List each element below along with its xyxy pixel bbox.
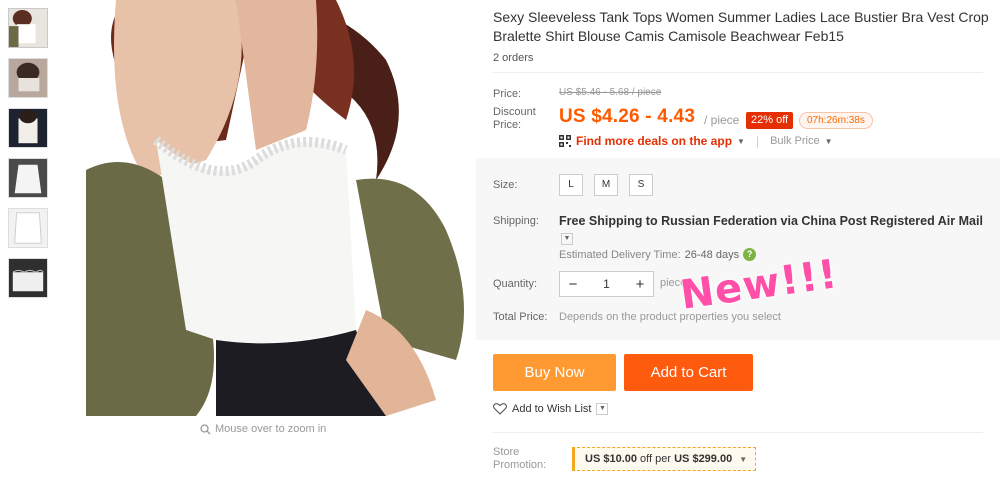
main-product-image[interactable] (86, 0, 474, 416)
zoom-hint: Mouse over to zoom in (200, 423, 326, 435)
size-option-m[interactable]: M (594, 174, 618, 196)
shipping-method: Free Shipping to Russian Federation via … (559, 213, 989, 247)
store-promotion-coupon[interactable]: US $10.00 off per US $299.00 ▼ (572, 447, 756, 471)
qr-code-icon (559, 135, 571, 147)
per-piece-unit: / piece (704, 113, 740, 127)
discount-label-line2: Price: (493, 119, 522, 131)
total-price-note: Depends on the product properties you se… (559, 311, 781, 323)
chevron-down-icon[interactable]: ▼ (737, 137, 745, 146)
divider (493, 72, 983, 73)
separator: | (755, 134, 760, 148)
delivery-estimate: Estimated Delivery Time: 26-48 days ? (559, 248, 757, 261)
thumbnail[interactable] (8, 58, 48, 98)
chevron-down-icon[interactable]: ▼ (739, 455, 747, 464)
promotion-label-line1: Store (493, 446, 520, 458)
order-count: 2 orders (493, 52, 534, 64)
original-price: US $5.46 - 5.68 / piece (559, 87, 662, 98)
thumbnail-strip (8, 8, 50, 308)
buy-now-button[interactable]: Buy Now (493, 354, 616, 391)
thumbnail[interactable] (8, 208, 48, 248)
chevron-down-icon[interactable]: ▼ (561, 232, 573, 245)
total-price-label: Total Price: (493, 311, 548, 323)
quantity-stepper: − 1 + (559, 271, 654, 297)
thumbnail[interactable] (8, 8, 48, 48)
delivery-value: 26-48 days (684, 248, 740, 261)
promotion-label-line2: Promotion: (493, 459, 547, 471)
shipping-text: Free Shipping to Russian Federation via … (559, 214, 983, 228)
discount-price-label: Discount Price: (493, 106, 536, 132)
deals-row: Find more deals on the app ▼ | Bulk Pric… (559, 134, 833, 148)
size-label: Size: (493, 179, 518, 191)
chevron-down-icon[interactable]: ▼ (825, 137, 833, 146)
size-option-s[interactable]: S (629, 174, 653, 196)
delivery-label: Estimated Delivery Time: (559, 248, 681, 261)
wish-list-label[interactable]: Add to Wish List (512, 403, 591, 415)
heart-icon (493, 403, 507, 415)
shipping-label: Shipping: (493, 215, 539, 227)
discount-price: US $4.26 - 4.43 (559, 106, 696, 127)
increase-quantity-button[interactable]: + (627, 276, 653, 293)
thumbnail[interactable] (8, 108, 48, 148)
promotion-threshold: US $299.00 (674, 453, 733, 465)
thumbnail[interactable] (8, 158, 48, 198)
promotion-amount: US $10.00 (585, 453, 637, 465)
discount-label-line1: Discount (493, 106, 536, 118)
quantity-input[interactable]: 1 (586, 277, 627, 291)
decrease-quantity-button[interactable]: − (560, 276, 586, 293)
divider (493, 432, 983, 433)
product-title: Sexy Sleeveless Tank Tops Women Summer L… (493, 9, 989, 44)
countdown-timer: 07h:26m:38s (799, 112, 873, 129)
price-label: Price: (493, 88, 522, 100)
store-promotion-label: Store Promotion: (493, 446, 546, 472)
thumbnail[interactable] (8, 258, 48, 298)
add-to-cart-button[interactable]: Add to Cart (624, 354, 753, 391)
bulk-price-link[interactable]: Bulk Price (770, 135, 820, 147)
zoom-hint-text: Mouse over to zoom in (215, 423, 327, 435)
help-icon[interactable]: ? (743, 248, 757, 261)
magnifier-icon (200, 423, 211, 434)
size-option-l[interactable]: L (559, 174, 583, 196)
chevron-down-icon[interactable]: ▼ (596, 403, 609, 415)
quantity-label: Quantity: (493, 278, 538, 290)
find-deals-link[interactable]: Find more deals on the app (576, 134, 732, 148)
promotion-middle: off per (640, 453, 672, 465)
add-to-wish-list[interactable]: Add to Wish List ▼ (493, 403, 609, 415)
discount-badge: 22% off (746, 112, 794, 129)
